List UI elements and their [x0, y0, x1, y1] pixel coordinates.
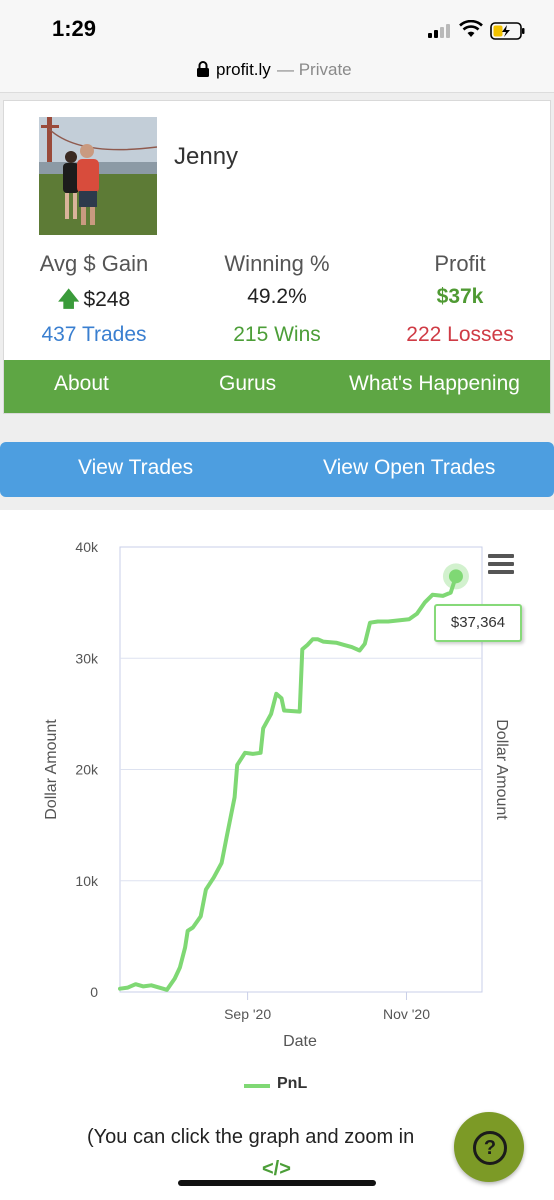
legend-swatch — [244, 1084, 270, 1088]
url-domain: profit.ly — [216, 60, 271, 79]
home-indicator — [178, 1180, 376, 1186]
x-tick-label: Nov '20 — [383, 1006, 430, 1022]
series-line-pnl — [118, 574, 458, 992]
x-tick-label: Sep '20 — [224, 1006, 271, 1022]
wins-link[interactable]: 215 Wins — [187, 323, 367, 347]
avg-gain-value: $248 — [83, 288, 131, 311]
code-icon[interactable]: </> — [262, 1158, 291, 1181]
cellular-signal-icon — [428, 22, 454, 38]
profile-card: Jenny Avg $ Gain Winning % Profit 🡅 $248 … — [3, 100, 551, 414]
nav-gurus[interactable]: Gurus — [219, 372, 276, 396]
y-tick-label: 30k — [75, 650, 99, 666]
y-tick-label: 20k — [75, 762, 99, 778]
avg-gain-label: Avg $ Gain — [39, 251, 149, 276]
nav-about[interactable]: About — [54, 372, 109, 396]
help-button[interactable]: ? — [454, 1112, 524, 1182]
profit-label: Profit — [434, 251, 486, 276]
trades-link[interactable]: 437 Trades — [4, 323, 184, 347]
y-tick-label: 40k — [75, 539, 99, 555]
url-private-label: — Private — [277, 60, 352, 79]
wifi-icon — [459, 20, 483, 37]
url-bar[interactable]: profit.ly — Private — [0, 56, 554, 93]
losses-link[interactable]: 222 Losses — [370, 323, 550, 347]
avatar-photo — [39, 117, 157, 235]
trades-button-bar: View Trades View Open Trades — [0, 442, 554, 497]
view-trades-button[interactable]: View Trades — [78, 456, 193, 480]
profit-value: $37k — [436, 285, 484, 308]
x-axis-title: Date — [283, 1033, 317, 1050]
arrow-up-icon: 🡅 — [57, 288, 80, 311]
pnl-chart-panel[interactable]: 0 10k 20k 30k 40k Sep '20 Nov '20 Date Dollar Am… — [0, 510, 554, 1200]
lock-icon — [197, 61, 209, 77]
chart-menu-icon[interactable] — [488, 554, 514, 576]
avatar[interactable] — [39, 117, 157, 235]
zoom-hint-text: (You can click the graph and zoom in — [87, 1126, 415, 1148]
profile-nav: About Gurus What's Happening — [4, 360, 550, 413]
legend-label: PnL — [277, 1075, 308, 1092]
avg-gain-value-row: 🡅 $248 — [4, 285, 184, 320]
nav-whats-happening[interactable]: What's Happening — [349, 372, 520, 396]
winning-pct-label: Winning % — [224, 251, 330, 276]
y-tick-label: 0 — [90, 984, 98, 1000]
question-icon: ? — [473, 1131, 507, 1165]
pnl-chart[interactable]: 0 10k 20k 30k 40k Sep '20 Nov '20 Date Dollar Am… — [0, 510, 554, 1070]
view-open-trades-button[interactable]: View Open Trades — [323, 456, 495, 480]
status-time: 1:29 — [52, 16, 97, 41]
y-tick-label: 10k — [75, 873, 99, 889]
y-axis-title-right: Dollar Amount — [493, 719, 510, 820]
winning-pct-value: 49.2% — [247, 285, 307, 308]
y-axis-title-left: Dollar Amount — [43, 719, 60, 820]
data-point — [448, 569, 463, 584]
battery-charging-icon — [490, 22, 525, 40]
chart-tooltip: $37,364 — [434, 604, 522, 642]
status-bar: 1:29 — [0, 0, 554, 56]
profile-name: Jenny — [174, 143, 239, 170]
